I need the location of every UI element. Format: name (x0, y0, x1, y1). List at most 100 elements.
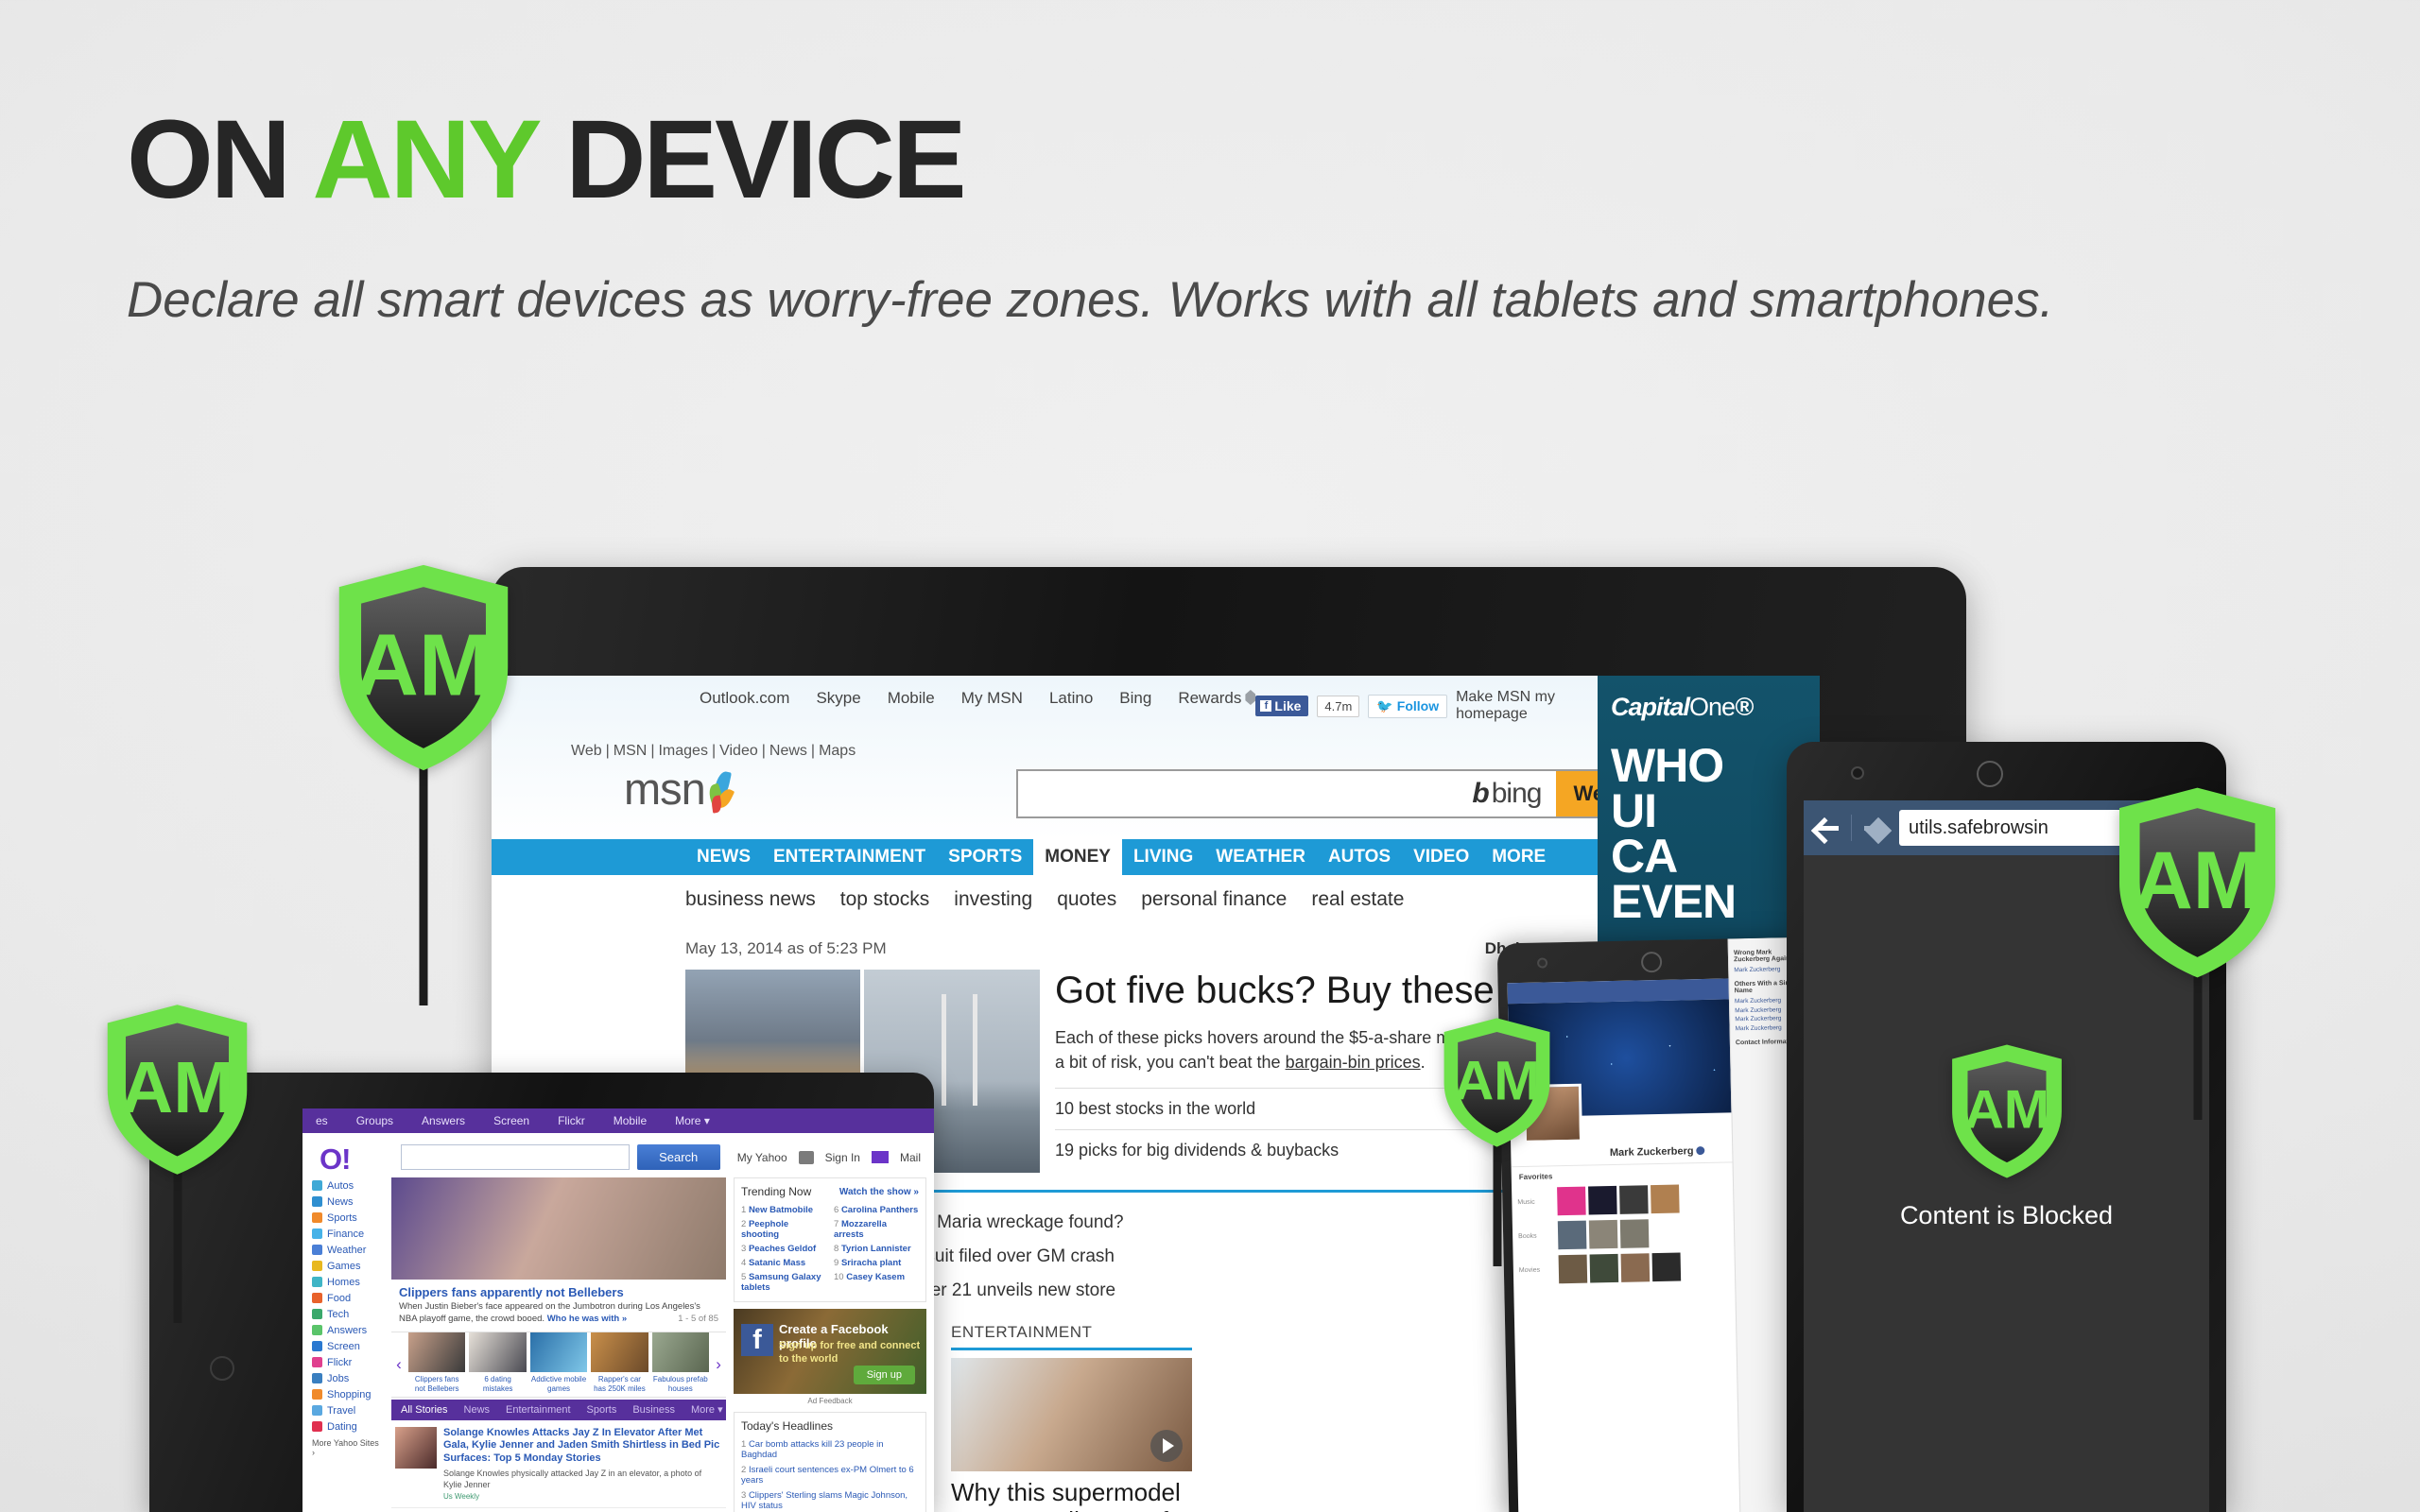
list-item[interactable]: Tyrion Lannister (834, 1242, 919, 1256)
tile-group[interactable] (1557, 1219, 1650, 1250)
favorite-tile[interactable] (1651, 1252, 1682, 1282)
msn-top-links[interactable]: Outlook.com Skype Mobile My MSN Latino B… (700, 689, 1256, 708)
list-item[interactable]: Samsung Galaxy tablets (741, 1270, 826, 1295)
sidebar-item-autos[interactable]: Autos (312, 1177, 384, 1194)
carousel-item[interactable]: Fabulous prefab houses (650, 1332, 711, 1397)
favorite-tile[interactable] (1557, 1186, 1586, 1216)
sidebar-item-shopping[interactable]: Shopping (312, 1386, 384, 1402)
favorite-tile[interactable] (1558, 1254, 1588, 1284)
list-item[interactable]: Peephole shooting (741, 1217, 826, 1242)
story-title[interactable]: Solange Knowles Attacks Jay Z In Elevato… (443, 1427, 722, 1466)
yahoo-nav-groups[interactable]: Groups (356, 1114, 393, 1127)
msn-subnav-investing[interactable]: investing (954, 888, 1032, 911)
msn-subnav-real-estate[interactable]: real estate (1311, 888, 1404, 911)
tile-group[interactable] (1558, 1252, 1682, 1284)
sidebar-item-tech[interactable]: Tech (312, 1306, 384, 1322)
yahoo-search-input[interactable] (401, 1144, 630, 1170)
msn-link-latino[interactable]: Latino (1049, 689, 1093, 708)
msn-card-entertainment[interactable]: ENTERTAINMENT Why this supermodel wants … (951, 1323, 1192, 1512)
list-item[interactable]: Casey Kasem (834, 1270, 919, 1284)
carousel-item[interactable]: Addictive mobile games (528, 1332, 589, 1397)
msn-vertical-news[interactable]: News (766, 743, 811, 759)
yahoo-sidebar[interactable]: Autos News Sports Finance Weather Games … (312, 1177, 384, 1512)
msn-vertical-video[interactable]: Video (716, 743, 762, 759)
msn-nav-entertainment[interactable]: ENTERTAINMENT (762, 839, 937, 875)
favorite-tile[interactable] (1589, 1253, 1619, 1283)
msn-card-thumb-supermodel[interactable] (951, 1358, 1192, 1471)
favorite-tile[interactable] (1588, 1185, 1617, 1215)
favorite-tile[interactable] (1619, 1219, 1650, 1248)
yahoo-my-yahoo-link[interactable]: My Yahoo (737, 1151, 787, 1164)
sidebar-item-food[interactable]: Food (312, 1290, 384, 1306)
msn-card-caption[interactable]: Why this supermodel wants a Jolie sort o… (951, 1471, 1192, 1512)
msn-nav-more[interactable]: MORE (1480, 839, 1557, 875)
msn-subnav-top-stocks[interactable]: top stocks (840, 888, 930, 911)
msn-link-outlook[interactable]: Outlook.com (700, 689, 789, 708)
yahoo-nav-more[interactable]: More ▾ (675, 1114, 710, 1127)
tab-all-stories[interactable]: All Stories (401, 1404, 448, 1416)
msn-vertical-images[interactable]: Images (654, 743, 711, 759)
tab-more[interactable]: More ▾ (691, 1403, 723, 1416)
sidebar-more-link[interactable]: More Yahoo Sites › (312, 1435, 384, 1457)
facebook-like-button[interactable]: f Like (1255, 696, 1309, 716)
yahoo-nav-mobile[interactable]: Mobile (614, 1114, 647, 1127)
msn-vertical-msn[interactable]: MSN (610, 743, 651, 759)
facebook-ad[interactable]: f Create a Facebook profile Sign up for … (734, 1309, 926, 1394)
article-body-link[interactable]: bargain-bin prices (1286, 1053, 1421, 1072)
play-button-icon[interactable] (1150, 1430, 1183, 1462)
msn-nav-autos[interactable]: AUTOS (1317, 839, 1402, 875)
arrow-right-icon[interactable] (1859, 812, 1892, 844)
yahoo-search-button[interactable]: Search (636, 1144, 720, 1170)
sidebar-item-news[interactable]: News (312, 1194, 384, 1210)
arrow-left-icon[interactable] (1811, 812, 1843, 844)
tab-news[interactable]: News (464, 1404, 491, 1416)
yahoo-story-tabs[interactable]: All Stories News Entertainment Sports Bu… (391, 1399, 726, 1420)
list-item[interactable]: Carolina Panthers (834, 1203, 919, 1217)
list-item[interactable]: Satanic Mass (741, 1256, 826, 1270)
favorite-tile[interactable] (1620, 1253, 1651, 1282)
yahoo-top-nav[interactable]: es Groups Answers Screen Flickr Mobile M… (302, 1108, 934, 1133)
carousel-item[interactable]: Clippers fans not Bellebers (406, 1332, 467, 1397)
yahoo-hero-title[interactable]: Clippers fans apparently not Bellebers (399, 1285, 718, 1299)
yahoo-hero-image[interactable] (391, 1177, 726, 1280)
ad-feedback-link[interactable]: Ad Feedback (734, 1394, 926, 1408)
sidebar-item-homes[interactable]: Homes (312, 1274, 384, 1290)
sidebar-item-weather[interactable]: Weather (312, 1242, 384, 1258)
msn-nav-weather[interactable]: WEATHER (1204, 839, 1317, 875)
chevron-left-icon[interactable]: ‹ (391, 1332, 406, 1397)
list-item[interactable]: Clippers' Sterling slams Magic Johnson, … (741, 1487, 919, 1512)
tile-group[interactable] (1557, 1184, 1680, 1216)
sidebar-item-sports[interactable]: Sports (312, 1210, 384, 1226)
yahoo-nav-answers[interactable]: Answers (422, 1114, 465, 1127)
sidebar-item-finance[interactable]: Finance (312, 1226, 384, 1242)
favorite-tile[interactable] (1651, 1184, 1680, 1214)
msn-logo[interactable]: msn (624, 763, 735, 815)
msn-subnav-quotes[interactable]: quotes (1057, 888, 1116, 911)
home-button-icon[interactable] (210, 1356, 234, 1381)
yahoo-mail-link[interactable]: Mail (900, 1151, 921, 1164)
sidebar-item-travel[interactable]: Travel (312, 1402, 384, 1418)
msn-nav-news[interactable]: NEWS (685, 839, 762, 875)
msn-vertical-web[interactable]: Web (567, 743, 606, 759)
msn-nav-living[interactable]: LIVING (1122, 839, 1204, 875)
list-item[interactable]: Sriracha plant (834, 1256, 919, 1270)
sidebar-item-flickr[interactable]: Flickr (312, 1354, 384, 1370)
msn-nav-video[interactable]: VIDEO (1402, 839, 1480, 875)
yahoo-nav-flickr[interactable]: Flickr (558, 1114, 585, 1127)
url-input[interactable]: utils.safebrowsin (1909, 817, 2135, 839)
carousel-item[interactable]: Rapper's car has 250K miles (589, 1332, 649, 1397)
sidebar-item-jobs[interactable]: Jobs (312, 1370, 384, 1386)
yahoo-carousel[interactable]: ‹ Clippers fans not Bellebers 6 dating m… (391, 1331, 726, 1398)
list-item[interactable]: Peaches Geldof (741, 1242, 826, 1256)
favorite-tile[interactable] (1619, 1185, 1649, 1214)
yahoo-signin-link[interactable]: Sign In (825, 1151, 860, 1164)
msn-subnav-business-news[interactable]: business news (685, 888, 816, 911)
msn-link-rewards[interactable]: Rewards (1178, 689, 1256, 708)
msn-nav-money[interactable]: MONEY (1033, 839, 1122, 875)
chevron-right-icon[interactable]: › (711, 1332, 726, 1397)
tab-entertainment[interactable]: Entertainment (506, 1404, 570, 1416)
msn-link-mobile[interactable]: Mobile (888, 689, 935, 708)
yahoo-nav-es[interactable]: es (316, 1114, 328, 1127)
yahoo-hero-link[interactable]: Who he was with » (547, 1314, 627, 1324)
tab-business[interactable]: Business (632, 1404, 675, 1416)
